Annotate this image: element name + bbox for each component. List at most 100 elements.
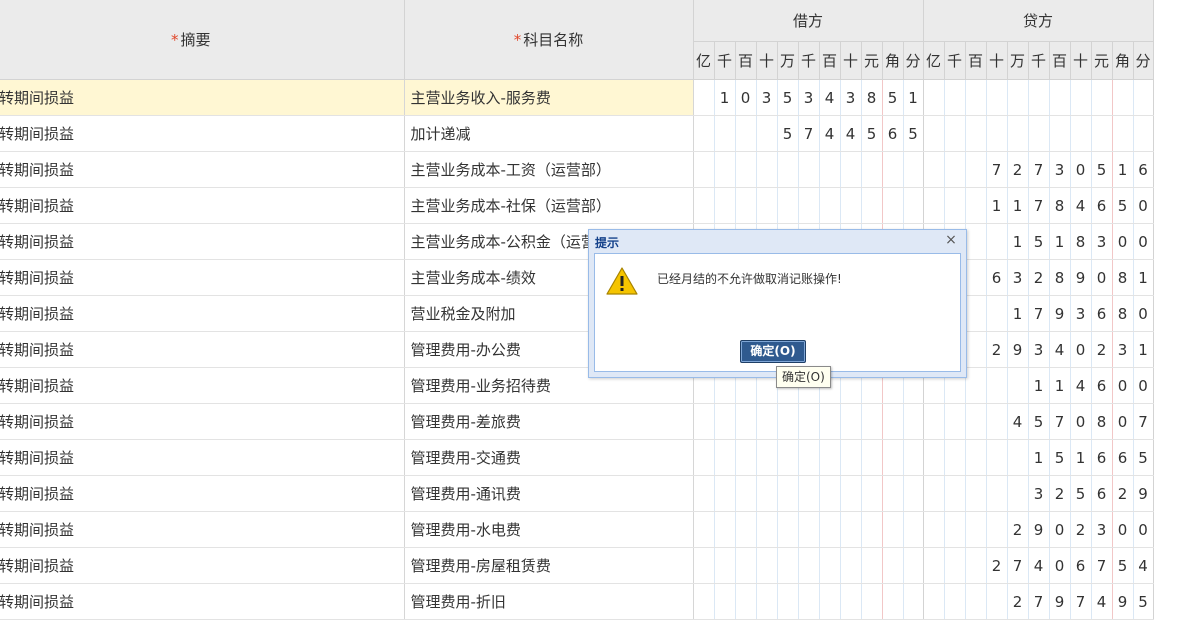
table-row[interactable]: 结转期间损益管理费用-水电费2902300 — [0, 511, 1154, 548]
credit-digit-cell: 1 — [1007, 223, 1029, 260]
summary-cell[interactable]: 结转期间损益 — [0, 115, 405, 152]
account-cell[interactable]: 加计递减 — [404, 115, 694, 152]
credit-digit-cell: 0 — [1070, 331, 1092, 368]
credit-digit-cell: 2 — [1091, 331, 1113, 368]
debit-digit-cell: 7 — [798, 115, 820, 152]
debit-digit-cell — [693, 439, 715, 476]
summary-cell[interactable]: 结转期间损益 — [0, 547, 405, 584]
credit-digit-cell — [986, 403, 1008, 440]
credit-digit-cell — [1133, 79, 1154, 116]
debit-digit-cell — [861, 439, 883, 476]
table-row[interactable]: 结转期间损益加计递减5744565 — [0, 115, 1154, 152]
account-cell[interactable]: 主营业务成本-社保（运营部） — [404, 187, 694, 224]
summary-cell[interactable]: 结转期间损益 — [0, 331, 405, 368]
credit-digit-cell — [1112, 115, 1134, 152]
credit-digit-cell — [923, 439, 945, 476]
debit-digit-cell — [903, 151, 924, 188]
credit-digit-cell — [986, 511, 1008, 548]
debit-digit-cell — [693, 511, 715, 548]
credit-digit-cell: 8 — [1112, 259, 1134, 296]
debit-digit-cell — [903, 439, 924, 476]
summary-cell[interactable]: 结转期间损益 — [0, 151, 405, 188]
dialog-title: 提示 — [595, 236, 620, 250]
credit-digit-cell — [944, 187, 966, 224]
table-row[interactable]: 结转期间损益管理费用-通讯费325629 — [0, 475, 1154, 512]
credit-digit-cell: 6 — [1091, 367, 1113, 404]
debit-digit-cell — [714, 439, 736, 476]
debit-digit-cell — [840, 511, 862, 548]
summary-cell[interactable]: 结转期间损益 — [0, 475, 405, 512]
account-cell[interactable]: 主营业务成本-工资（运营部） — [404, 151, 694, 188]
voucher-grid: *摘要 *科目名称 借方 贷方 亿千百十万千百十元角分亿千百十万千百十元角分 结… — [0, 0, 1154, 620]
debit-digit-cell — [777, 547, 799, 584]
credit-digit-cell — [965, 547, 987, 584]
credit-digit-cell — [965, 367, 987, 404]
table-row[interactable]: 结转期间损益主营业务成本-绩效63289081 — [0, 259, 1154, 296]
ok-button-tooltip: 确定(O) — [776, 366, 831, 388]
account-cell[interactable]: 管理费用-水电费 — [404, 511, 694, 548]
debit-digit-header: 百 — [819, 41, 841, 80]
debit-digit-cell — [693, 115, 715, 152]
credit-digit-cell: 5 — [1049, 439, 1071, 476]
account-cell[interactable]: 主营业务收入-服务费 — [404, 79, 694, 116]
credit-digit-header: 百 — [965, 41, 987, 80]
summary-cell[interactable]: 结转期间损益 — [0, 511, 405, 548]
ok-button[interactable]: 确定(O) — [740, 340, 806, 363]
debit-digit-cell — [882, 187, 904, 224]
table-row[interactable]: 结转期间损益主营业务收入-服务费1035343851 — [0, 79, 1154, 116]
debit-digit-cell — [798, 475, 820, 512]
debit-digit-header: 万 — [777, 41, 799, 80]
credit-digit-cell: 2 — [1007, 583, 1029, 620]
credit-digit-cell: 3 — [1070, 295, 1092, 332]
credit-digit-cell: 7 — [1028, 151, 1050, 188]
debit-digit-cell — [861, 547, 883, 584]
debit-digit-cell: 3 — [756, 79, 778, 116]
credit-digit-cell: 9 — [1070, 259, 1092, 296]
summary-cell[interactable]: 结转期间损益 — [0, 439, 405, 476]
credit-digit-cell — [986, 223, 1008, 260]
account-cell[interactable]: 管理费用-交通费 — [404, 439, 694, 476]
table-row[interactable]: 结转期间损益管理费用-办公费29340231 — [0, 331, 1154, 368]
summary-cell[interactable]: 结转期间损益 — [0, 583, 405, 620]
debit-digit-cell: 5 — [777, 115, 799, 152]
close-icon[interactable]: × — [944, 233, 958, 247]
table-row[interactable]: 结转期间损益营业税金及附加1793680 — [0, 295, 1154, 332]
credit-digit-cell — [1112, 79, 1134, 116]
credit-digit-cell: 1 — [1070, 439, 1092, 476]
table-row[interactable]: 结转期间损益主营业务成本-公积金（运营部）1518300 — [0, 223, 1154, 260]
table-row[interactable]: 结转期间损益管理费用-交通费151665 — [0, 439, 1154, 476]
credit-digit-cell: 5 — [1028, 223, 1050, 260]
summary-cell[interactable]: 结转期间损益 — [0, 259, 405, 296]
debit-digit-cell — [756, 403, 778, 440]
account-cell[interactable]: 管理费用-差旅费 — [404, 403, 694, 440]
table-row[interactable]: 结转期间损益管理费用-折旧2797495 — [0, 583, 1154, 620]
summary-cell[interactable]: 结转期间损益 — [0, 187, 405, 224]
credit-digit-cell: 7 — [1007, 547, 1029, 584]
credit-digit-cell — [965, 115, 987, 152]
table-row[interactable]: 结转期间损益主营业务成本-社保（运营部） 11784650 — [0, 187, 1154, 224]
account-cell[interactable]: 管理费用-通讯费 — [404, 475, 694, 512]
account-cell[interactable]: 管理费用-房屋租赁费 — [404, 547, 694, 584]
account-header: * 科目名称 — [404, 0, 694, 80]
summary-cell[interactable]: 结转期间损益 — [0, 403, 405, 440]
summary-cell[interactable]: 结转期间损益 — [0, 295, 405, 332]
debit-digit-cell — [756, 151, 778, 188]
account-cell[interactable]: 管理费用-折旧 — [404, 583, 694, 620]
table-row[interactable]: 结转期间损益管理费用-房屋租赁费27406754 — [0, 547, 1154, 584]
summary-cell[interactable]: 结转期间损益 — [0, 223, 405, 260]
table-row[interactable]: 结转期间损益主营业务成本-工资（运营部）72730516 — [0, 151, 1154, 188]
credit-digit-cell: 1 — [1049, 367, 1071, 404]
credit-digit-cell: 2 — [1007, 151, 1029, 188]
credit-digit-cell: 9 — [1028, 511, 1050, 548]
credit-digit-cell: 4 — [1133, 547, 1154, 584]
table-row[interactable]: 结转期间损益管理费用-差旅费4570807 — [0, 403, 1154, 440]
debit-digit-cell — [693, 187, 715, 224]
summary-cell[interactable]: 结转期间损益 — [0, 367, 405, 404]
summary-cell[interactable]: 结转期间损益 — [0, 79, 405, 116]
credit-digit-cell: 8 — [1091, 403, 1113, 440]
credit-digit-cell — [965, 331, 987, 368]
credit-digit-cell — [1028, 79, 1050, 116]
summary-header: * 摘要 — [0, 0, 405, 80]
debit-digit-cell: 8 — [861, 79, 883, 116]
table-row[interactable]: 结转期间损益管理费用-业务招待费114600 — [0, 367, 1154, 404]
